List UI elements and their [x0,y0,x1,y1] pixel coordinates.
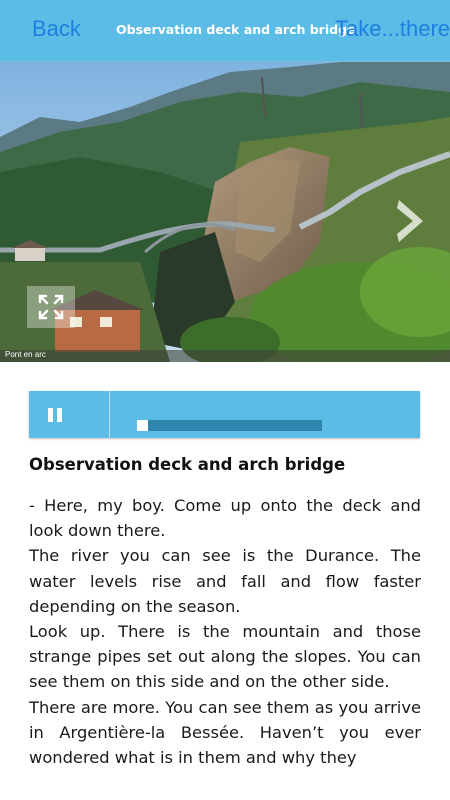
audio-progress-slider[interactable] [137,420,322,431]
back-button[interactable]: Back [32,16,81,42]
photo-caption: Pont en arc [5,350,46,359]
pause-button[interactable] [29,391,81,438]
next-photo-button[interactable] [393,196,433,246]
expand-arrows-icon [38,294,64,320]
player-divider [109,391,110,438]
navigation-bar: Back Observation deck and arch bridge Ta… [0,0,450,62]
expand-button[interactable] [27,286,75,328]
pause-icon [48,408,53,422]
article-paragraph: The river you can see is the Durance. Th… [29,546,421,616]
audio-player [29,391,420,438]
audio-progress-fill [137,420,148,431]
article-paragraph: - Here, my boy. Come up onto the deck an… [29,496,421,541]
photo-carousel[interactable]: Pont en arc [0,62,450,362]
article-paragraph: There are more. You can see them as you … [29,697,421,768]
take-me-there-button[interactable]: Take...there [335,16,450,42]
article-title: Observation deck and arch bridge [29,455,346,474]
chevron-right-icon [397,200,423,242]
page-title: Observation deck and arch bridge [116,22,356,37]
article-body: - Here, my boy. Come up onto the deck an… [29,493,421,770]
article-paragraph: Look up. There is the mountain and those… [29,622,421,692]
